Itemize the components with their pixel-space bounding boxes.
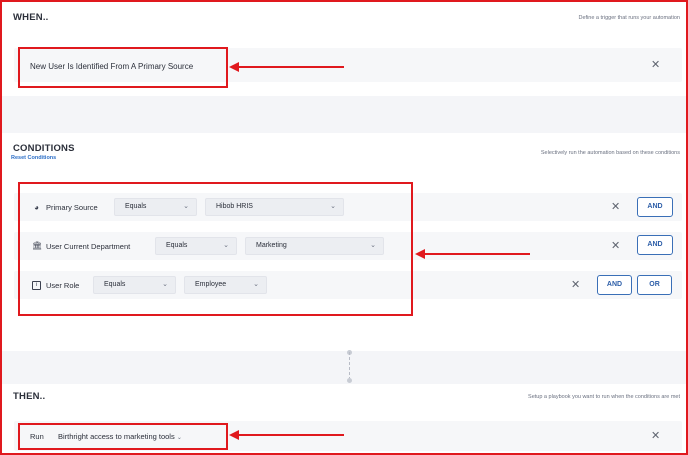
or-button[interactable]: OR — [637, 275, 672, 295]
connector-line — [349, 352, 351, 380]
operator-value: Equals — [104, 281, 126, 288]
close-icon[interactable]: ✕ — [651, 431, 660, 442]
value-text: Employee — [195, 281, 227, 288]
value-text: Marketing — [256, 242, 287, 249]
close-icon[interactable]: ✕ — [611, 202, 620, 213]
reset-conditions-link[interactable]: Reset Conditions — [11, 155, 56, 161]
close-icon[interactable]: ✕ — [651, 60, 660, 71]
annotation-arrow-playbook — [229, 430, 344, 440]
condition-label: User Role — [46, 281, 80, 290]
playbook-value: Birthright access to marketing tools — [58, 432, 175, 441]
close-icon[interactable]: ✕ — [611, 241, 620, 252]
annotation-arrow-trigger — [229, 62, 344, 72]
chevron-down-icon: ⌄ — [183, 203, 189, 210]
then-title: THEN.. — [13, 391, 46, 402]
then-hint: Setup a playbook you want to run when th… — [528, 394, 680, 400]
and-button[interactable]: AND — [637, 197, 673, 217]
condition-label: Primary Source — [46, 203, 98, 212]
conditions-title: CONDITIONS — [13, 143, 75, 154]
operator-select[interactable]: Equals ⌄ — [155, 237, 237, 255]
value-select[interactable]: Marketing ⌄ — [245, 237, 384, 255]
when-title: WHEN.. — [13, 12, 49, 23]
primary-source-icon: ◕ — [34, 203, 39, 212]
operator-select[interactable]: Equals ⌄ — [93, 276, 176, 294]
user-role-icon: i — [32, 281, 41, 290]
chevron-down-icon: ⌄ — [370, 242, 376, 249]
operator-select[interactable]: Equals ⌄ — [114, 198, 197, 216]
chevron-down-icon: ⌄ — [330, 203, 336, 210]
run-label: Run — [30, 432, 44, 441]
operator-value: Equals — [166, 242, 188, 249]
close-icon[interactable]: ✕ — [571, 280, 580, 291]
operator-value: Equals — [125, 203, 147, 210]
annotation-arrow-conditions — [415, 249, 530, 259]
and-button[interactable]: AND — [637, 235, 673, 255]
chevron-down-icon: ⌄ — [223, 242, 229, 249]
trigger-text: New User Is Identified From A Primary So… — [30, 62, 194, 71]
value-select[interactable]: Employee ⌄ — [184, 276, 267, 294]
chevron-down-icon: ⌄ — [176, 435, 182, 441]
value-text: Hibob HRIS — [216, 203, 253, 210]
value-select[interactable]: Hibob HRIS ⌄ — [205, 198, 344, 216]
conditions-hint: Selectively run the automation based on … — [540, 150, 680, 156]
department-icon: 🏛 — [32, 241, 43, 250]
chevron-down-icon: ⌄ — [253, 281, 259, 288]
connector-dot-bottom — [347, 378, 352, 383]
playbook-select[interactable]: Birthright access to marketing tools ⌄ — [58, 432, 182, 441]
condition-label: User Current Department — [46, 242, 131, 251]
when-hint: Define a trigger that runs your automati… — [578, 15, 680, 21]
and-button[interactable]: AND — [597, 275, 632, 295]
chevron-down-icon: ⌄ — [162, 281, 168, 288]
